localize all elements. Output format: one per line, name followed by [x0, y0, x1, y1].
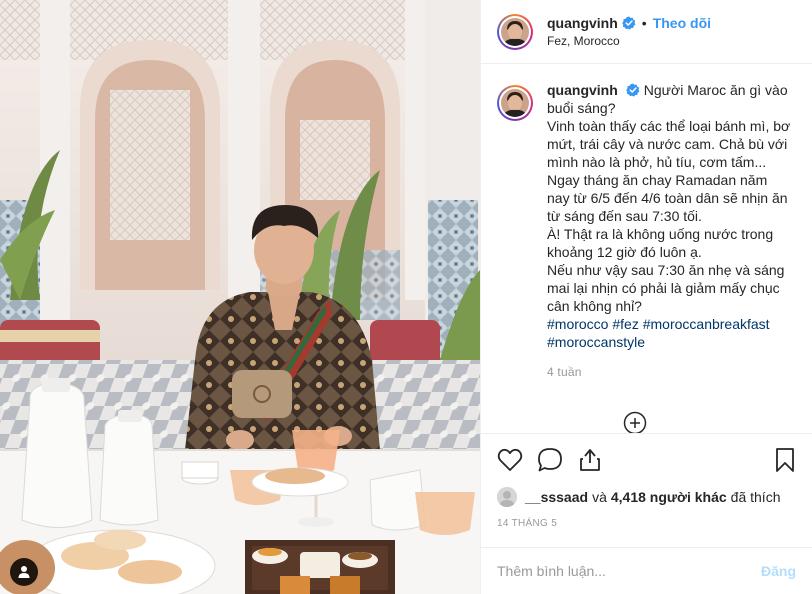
likes-summary: __sssaad và 4,418 người khác đã thích: [497, 486, 796, 508]
post-photo-image: [0, 0, 480, 594]
avatar[interactable]: [497, 13, 533, 50]
user-tag-icon[interactable]: [10, 558, 38, 586]
hashtag-line: #morocco #fez #moroccanbreakfast #morocc…: [547, 315, 791, 351]
plus-circle-icon[interactable]: [623, 411, 647, 433]
caption-row: quangvinh Người Maroc ăn gì vào buổi sán…: [497, 81, 796, 381]
instagram-post-modal: quangvinh • Theo dõi Fez, Morocco quangv…: [0, 0, 812, 594]
caption-time-ago[interactable]: 4 tuần: [547, 363, 791, 381]
caption-line: Ngay tháng ăn chay Ramadan năm nay từ 6/…: [547, 172, 788, 224]
caption-line: Vinh toàn thấy các thể loại bánh mì, bơ …: [547, 118, 791, 170]
likes-count[interactable]: 4,418 người khác: [611, 489, 727, 505]
bookmark-icon[interactable]: [756, 440, 796, 480]
likes-suffix: đã thích: [730, 489, 781, 505]
comment-icon[interactable]: [537, 440, 577, 480]
post-photo[interactable]: [0, 0, 480, 594]
caption-avatar[interactable]: [497, 85, 533, 121]
actions-section: __sssaad và 4,418 người khác đã thích 14…: [481, 433, 812, 547]
hashtag-link[interactable]: #moroccanstyle: [547, 334, 645, 350]
caption-text: quangvinh Người Maroc ăn gì vào buổi sán…: [547, 81, 791, 381]
hashtag-link[interactable]: #morocco: [547, 316, 608, 332]
hashtag-link[interactable]: #fez: [612, 316, 638, 332]
separator-dot: •: [641, 14, 647, 31]
liker-username[interactable]: __sssaad: [525, 489, 588, 505]
post-header: quangvinh • Theo dõi Fez, Morocco: [481, 0, 812, 64]
caption-line: Nếu như vậy sau 7:30 ăn nhẹ và sáng mai …: [547, 262, 785, 314]
post-comment-button[interactable]: Đăng: [761, 563, 796, 579]
action-icons: [497, 434, 796, 486]
heart-icon[interactable]: [497, 440, 537, 480]
comment-input[interactable]: [497, 563, 761, 579]
share-icon[interactable]: [577, 440, 617, 480]
avatar-image: [501, 17, 529, 46]
caption-verified-badge-icon: [625, 83, 640, 97]
caption-username[interactable]: quangvinh: [547, 82, 618, 98]
header-username[interactable]: quangvinh: [547, 14, 618, 32]
liker-avatar[interactable]: [497, 487, 517, 507]
caption-line: À! Thật ra là không uống nước trong khoả…: [547, 226, 774, 260]
post-side-panel: quangvinh • Theo dõi Fez, Morocco quangv…: [480, 0, 812, 594]
follow-button[interactable]: Theo dõi: [653, 14, 711, 32]
verified-badge-icon: [621, 16, 636, 30]
likes-connector: và: [592, 489, 607, 505]
caption-avatar-image: [501, 89, 529, 117]
location-link[interactable]: Fez, Morocco: [547, 32, 711, 50]
hashtag-link[interactable]: #moroccanbreakfast: [643, 316, 770, 332]
post-date[interactable]: 14 THÁNG 5: [497, 518, 796, 529]
comment-composer: Đăng: [481, 547, 812, 594]
comments-section: quangvinh Người Maroc ăn gì vào buổi sán…: [481, 65, 812, 433]
